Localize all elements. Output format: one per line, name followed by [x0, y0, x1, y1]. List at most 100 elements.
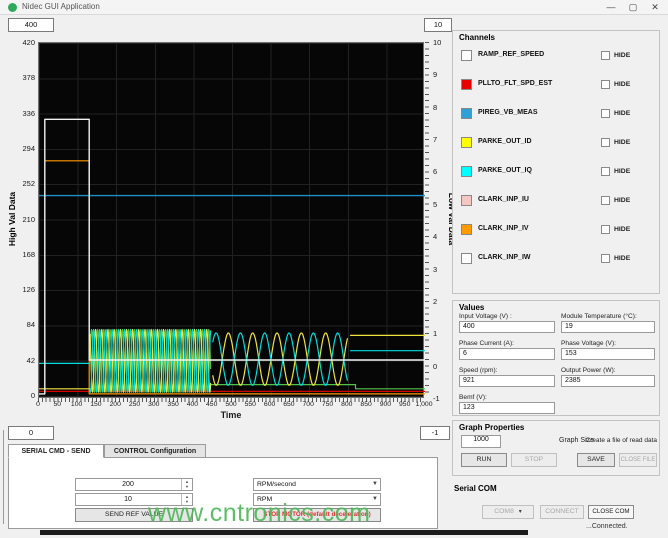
graph-size-input[interactable]: 1000	[461, 435, 501, 448]
window-bottom-edge	[40, 530, 528, 535]
tab-serial-cmd-send[interactable]: SERIAL CMD - SEND	[8, 444, 104, 458]
hide-checkbox-label: HIDE	[614, 52, 631, 59]
hide-checkbox-label: HIDE	[614, 226, 631, 233]
plot-traces	[39, 118, 425, 395]
hide-checkbox[interactable]	[601, 51, 610, 60]
hide-checkbox[interactable]	[601, 109, 610, 118]
channel-row: PARKE_OUT_ID HIDE	[453, 136, 659, 150]
value-field-input[interactable]: 921	[459, 375, 555, 387]
channel-row: PIREG_VB_MEAS HIDE	[453, 107, 659, 121]
channel-row: PLLTO_FLT_SPD_EST HIDE	[453, 78, 659, 92]
save-button[interactable]: SAVE	[577, 453, 615, 467]
hide-checkbox[interactable]	[601, 225, 610, 234]
com-port-dropdown[interactable]: COM8 ▾	[482, 505, 534, 519]
channel-label: CLARK_INP_IW	[478, 254, 531, 261]
y-left-tick-label: 378	[22, 73, 35, 83]
accel-unit-value: RPM/second	[257, 481, 296, 488]
y-left-min-input[interactable]: 0	[8, 426, 54, 440]
graph-properties-panel: Graph Properties 1000 Graph Size Create …	[452, 420, 660, 476]
close-com-button[interactable]: CLOSE COM	[588, 505, 634, 519]
hide-checkbox-label: HIDE	[614, 197, 631, 204]
value-field-input[interactable]: 6	[459, 348, 555, 360]
value-field-label: Phase Current (A):	[459, 340, 514, 347]
window-left-border	[3, 430, 4, 524]
waveform-plot[interactable]	[38, 42, 425, 398]
y-right-tick-label: 9	[433, 70, 438, 80]
channel-row: RAMP_REF_SPEED HIDE	[453, 49, 659, 63]
channel-row: CLARK_INP_IU HIDE	[453, 194, 659, 208]
y-right-tick-label: 2	[433, 296, 438, 306]
channels-panel: Channels RAMP_REF_SPEED HIDE PLLTO_FLT_SPD…	[452, 30, 660, 294]
y-left-tick-label: 0	[30, 391, 35, 400]
accel-unit-dropdown[interactable]: RPM/second ▼	[253, 478, 381, 491]
window-title: Nidec GUI Application	[22, 2, 100, 11]
maximize-button[interactable]: ▢	[624, 1, 642, 14]
y-right-min-input[interactable]: -1	[420, 426, 450, 440]
y-right-tick-label: 4	[433, 232, 438, 242]
watermark-text: www.cntronics.com	[148, 499, 371, 527]
x-axis-title: Time	[220, 410, 242, 420]
y-left-tick-label: 294	[22, 143, 35, 153]
connect-button[interactable]: CONNECT	[540, 505, 584, 519]
value-field-label: Phase Voltage (V):	[561, 340, 616, 347]
close-file-button[interactable]: CLOSE FILE	[619, 453, 657, 467]
y-right-minor-ticks	[425, 42, 429, 398]
value-field-label: Speed (rpm):	[459, 367, 498, 374]
hide-checkbox[interactable]	[601, 167, 610, 176]
hide-checkbox-label: HIDE	[614, 255, 631, 262]
chevron-down-icon: ▼	[372, 481, 378, 487]
channel-row: CLARK_INP_IV HIDE	[453, 223, 659, 237]
value-field-input[interactable]: 153	[561, 348, 655, 360]
spinner-arrows-icon[interactable]: ▲ ▼	[181, 479, 192, 490]
values-panel: Values Input Voltage (V) :400 Module Temp…	[452, 300, 660, 416]
channel-label: CLARK_INP_IU	[478, 196, 529, 203]
channel-color-swatch	[461, 108, 472, 119]
y-right-tick-label: 8	[433, 102, 438, 112]
value-field-input[interactable]: 2385	[561, 375, 655, 387]
channel-color-swatch	[461, 195, 472, 206]
value-field-input[interactable]: 123	[459, 402, 555, 414]
hide-checkbox[interactable]	[601, 196, 610, 205]
value-field-input[interactable]: 19	[561, 321, 655, 333]
hide-checkbox[interactable]	[601, 80, 610, 89]
value-field-label: Output Power (W):	[561, 367, 616, 374]
serial-com-title: Serial COM	[454, 484, 497, 493]
close-button[interactable]: ✕	[646, 1, 664, 14]
title-bar	[0, 0, 668, 15]
y-right-tick-label: 0	[433, 361, 438, 371]
y-right-tick-label: 7	[433, 135, 438, 145]
channel-color-swatch	[461, 166, 472, 177]
stop-button[interactable]: STOP	[511, 453, 557, 467]
x-tick-labels: 0 50 100 150 200 250 300 350 400 450 500 550 600 650 7…	[36, 401, 432, 410]
run-button[interactable]: RUN	[461, 453, 507, 467]
serial-com-panel: Serial COM COM8 ▾ CONNECT CLOSE COM	[452, 482, 660, 530]
ref-value-spinner[interactable]: 200 ▲ ▼	[75, 478, 193, 491]
channel-label: CLARK_INP_IV	[478, 225, 529, 232]
hide-checkbox[interactable]	[601, 254, 610, 263]
channel-label: PARKE_OUT_ID	[478, 138, 532, 145]
channel-label: PLLTO_FLT_SPD_EST	[478, 80, 553, 87]
minimize-button[interactable]: —	[602, 1, 620, 14]
channel-row: PARKE_OUT_IQ HIDE	[453, 165, 659, 179]
value-field-label: Bemf (V):	[459, 394, 487, 401]
y-right-tick-label: 3	[433, 264, 438, 274]
y-left-tick-label: 84	[26, 320, 35, 330]
hide-checkbox-label: HIDE	[614, 139, 631, 146]
create-file-label: Create a file of read data	[585, 437, 657, 444]
hide-checkbox[interactable]	[601, 138, 610, 147]
chevron-down-icon: ▾	[518, 509, 522, 515]
value-field-label: Input Voltage (V) :	[459, 313, 512, 320]
ref-value: 200	[122, 481, 134, 488]
hide-checkbox-label: HIDE	[614, 168, 631, 175]
channel-color-swatch	[461, 224, 472, 235]
values-title: Values	[459, 303, 485, 312]
value-field-input[interactable]: 400	[459, 321, 555, 333]
tab-control-configuration[interactable]: CONTROL Configuration	[104, 444, 206, 458]
channel-row: CLARK_INP_IW HIDE	[453, 252, 659, 266]
y-right-tick-label: 6	[433, 167, 438, 177]
y-left-tick-label: 42	[26, 355, 35, 365]
y-right-max-input[interactable]: 10	[424, 18, 452, 32]
y-left-max-input[interactable]: 400	[8, 18, 54, 32]
hide-checkbox-label: HIDE	[614, 110, 631, 117]
y-left-tick-label: 126	[22, 285, 35, 295]
